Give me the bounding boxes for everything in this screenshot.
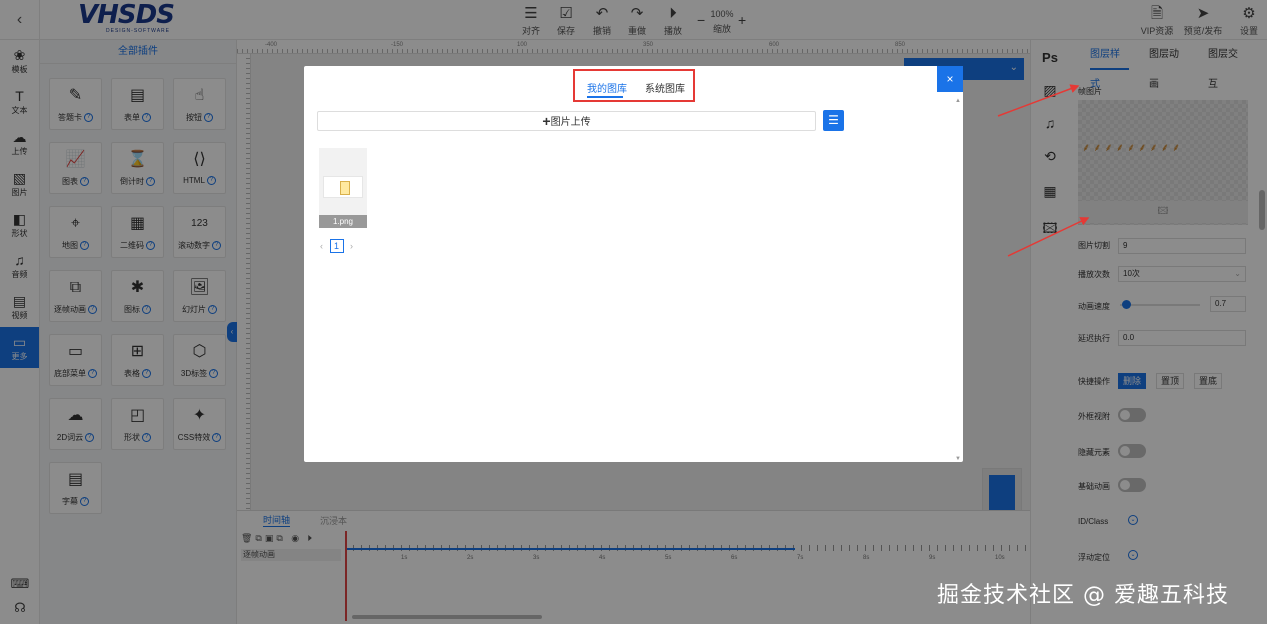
menu-icon: ☰ (828, 113, 839, 127)
upload-label: 图片上传 (550, 117, 591, 128)
tab-group-highlight: 我的图库 系统图库 (573, 69, 695, 102)
tab-my-library[interactable]: 我的图库 (587, 80, 627, 95)
upload-image-button[interactable]: +图片上传 (317, 111, 816, 131)
scroll-down-icon: ▼ (955, 456, 961, 462)
image-filename: 1.png (319, 215, 367, 228)
image-preview (323, 176, 363, 198)
close-button[interactable]: × (937, 66, 963, 92)
page-number[interactable]: 1 (329, 239, 344, 253)
annotation-arrows (997, 84, 1090, 257)
prev-page-button[interactable]: ‹ (320, 241, 323, 251)
active-tab-indicator (587, 96, 623, 98)
image-thumbnail[interactable]: 1.png (319, 148, 367, 228)
tab-system-library[interactable]: 系统图库 (645, 80, 685, 95)
list-view-button[interactable]: ☰ (823, 110, 844, 131)
scroll-up-icon: ▲ (955, 98, 961, 104)
watermark: 掘金技术社区 @ 爱趣五科技 (937, 583, 1229, 608)
dialog-scrollbar[interactable]: ▲ ▼ (955, 98, 963, 462)
image-library-dialog: 我的图库 系统图库 × +图片上传 ☰ 1.png ‹ 1 › ▲ ▼ (304, 66, 963, 462)
plus-icon: + (542, 113, 551, 129)
pagination: ‹ 1 › (320, 239, 353, 253)
next-page-button[interactable]: › (350, 241, 353, 251)
